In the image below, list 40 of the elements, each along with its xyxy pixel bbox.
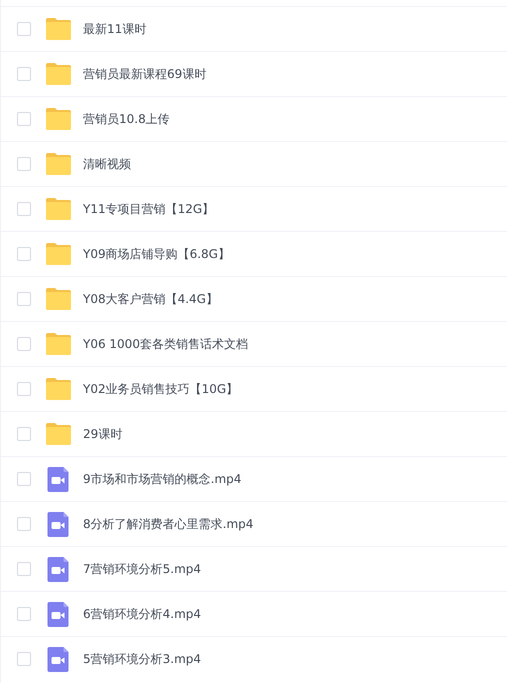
folder-icon (45, 423, 72, 445)
checkbox[interactable] (17, 382, 31, 396)
checkbox[interactable] (17, 472, 31, 486)
checkbox[interactable] (17, 67, 31, 81)
folder-icon (45, 243, 72, 265)
file-name[interactable]: 8分析了解消费者心里需求.mp4 (83, 516, 254, 532)
file-name[interactable]: 29课时 (83, 426, 122, 442)
folder-icon (45, 18, 72, 40)
folder-icon (45, 288, 72, 310)
file-name[interactable]: 营销员10.8上传 (83, 110, 170, 128)
file-name[interactable]: 清晰视频 (83, 156, 131, 172)
checkbox[interactable] (17, 337, 31, 351)
folder-icon (45, 153, 72, 175)
checkbox[interactable] (17, 202, 31, 216)
file-name[interactable]: Y11专项目营销【12G】 (83, 200, 214, 218)
file-name[interactable]: Y06 1000套各类销售话术文档 (83, 336, 248, 352)
folder-icon (45, 378, 72, 400)
checkbox[interactable] (17, 112, 31, 126)
checkbox[interactable] (17, 22, 31, 36)
file-name[interactable]: 9市场和市场营销的概念.mp4 (83, 470, 242, 488)
checkbox[interactable] (17, 427, 31, 441)
checkbox[interactable] (17, 607, 31, 621)
checkbox[interactable] (17, 652, 31, 666)
file-name[interactable]: Y09商场店铺导购【6.8G】 (83, 246, 230, 262)
checkbox[interactable] (17, 157, 31, 171)
checkbox[interactable] (17, 247, 31, 261)
file-name[interactable]: Y02业务员销售技巧【10G】 (83, 380, 238, 398)
checkbox[interactable] (17, 292, 31, 306)
folder-icon (45, 63, 72, 85)
file-name[interactable]: 5营销环境分析3.mp4 (83, 650, 202, 668)
checkbox[interactable] (17, 517, 31, 531)
file-name[interactable]: 7营销环境分析5.mp4 (83, 560, 202, 578)
checkbox[interactable] (17, 562, 31, 576)
file-name[interactable]: 营销员最新课程69课时 (83, 66, 206, 82)
folder-icon (45, 333, 72, 355)
file-name[interactable]: 最新11课时 (83, 20, 146, 38)
folder-icon (45, 198, 72, 220)
file-name[interactable]: 6营销环境分析4.mp4 (83, 606, 202, 622)
file-name[interactable]: Y08大客户营销【4.4G】 (83, 290, 218, 308)
folder-icon (45, 108, 72, 130)
